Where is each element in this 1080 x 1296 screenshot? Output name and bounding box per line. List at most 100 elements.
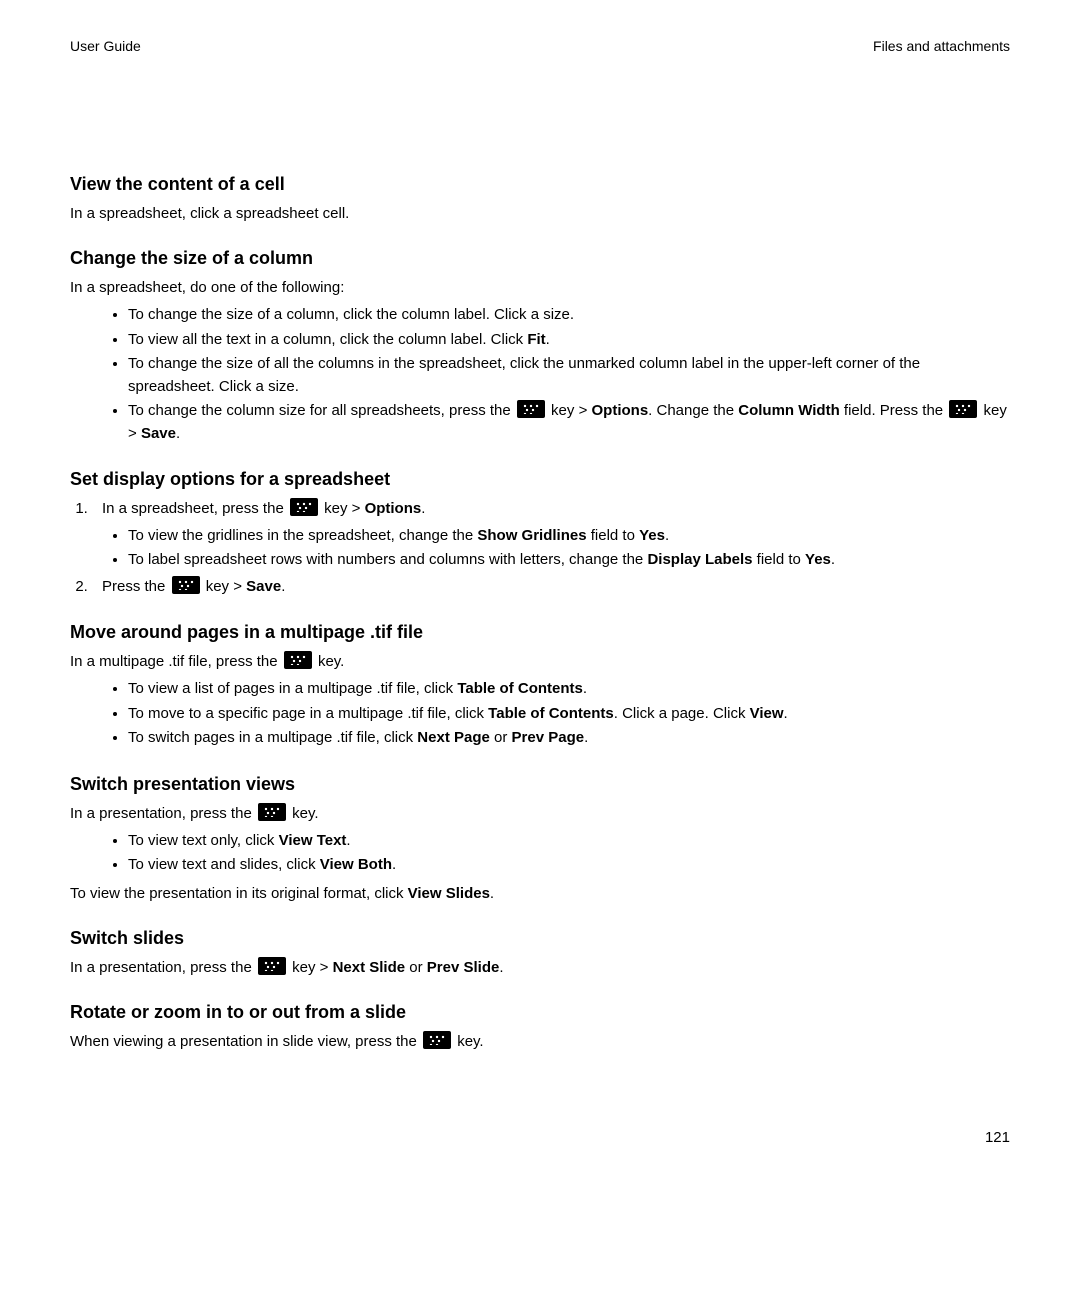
text: . <box>665 527 669 544</box>
text: To move to a specific page in a multipag… <box>128 705 488 722</box>
heading-presentation-views: Switch presentation views <box>70 774 1010 795</box>
text: field to <box>587 527 640 544</box>
text: . <box>546 331 550 348</box>
bullet-list: To view text only, click View Text. To v… <box>70 830 1010 877</box>
list-item: In a spreadsheet, press the key > Option… <box>92 498 1010 572</box>
menu-key-icon <box>258 803 286 821</box>
text: . <box>421 500 425 517</box>
menu-key-icon <box>423 1031 451 1049</box>
text: In a spreadsheet, do one of the followin… <box>70 277 1010 298</box>
list-item: To view text only, click View Text. <box>128 830 1010 853</box>
text: key > <box>547 402 592 419</box>
bold-text: Options <box>592 402 649 419</box>
text: To view the presentation in its original… <box>70 885 408 902</box>
menu-key-icon <box>284 651 312 669</box>
text: . <box>831 551 835 568</box>
bold-text: Column Width <box>738 402 840 419</box>
bullet-list: To view a list of pages in a multipage .… <box>70 678 1010 750</box>
menu-key-icon <box>517 400 545 418</box>
text: To view a list of pages in a multipage .… <box>128 680 457 697</box>
bullet-list: To view the gridlines in the spreadsheet… <box>102 525 1010 572</box>
bold-text: Prev Page <box>512 729 585 746</box>
text: In a spreadsheet, click a spreadsheet ce… <box>70 203 1010 224</box>
list-item: To change the size of a column, click th… <box>128 304 1010 327</box>
menu-key-icon <box>258 957 286 975</box>
text: In a presentation, press the <box>70 959 256 976</box>
list-item: To label spreadsheet rows with numbers a… <box>128 549 1010 572</box>
header-left: User Guide <box>70 38 141 54</box>
bold-text: Save <box>141 425 176 442</box>
list-item: To change the column size for all spread… <box>128 400 1010 445</box>
page: User Guide Files and attachments View th… <box>0 0 1080 1296</box>
bold-text: View Slides <box>408 885 490 902</box>
bold-text: Next Page <box>417 729 490 746</box>
bold-text: Table of Contents <box>488 705 614 722</box>
page-header: User Guide Files and attachments <box>70 38 1010 54</box>
text: key. <box>288 805 319 822</box>
bold-text: Prev Slide <box>427 959 500 976</box>
text: To label spreadsheet rows with numbers a… <box>128 551 647 568</box>
menu-key-icon <box>172 576 200 594</box>
bold-text: Save <box>246 578 281 595</box>
bold-text: Next Slide <box>333 959 406 976</box>
bold-text: Display Labels <box>647 551 752 568</box>
text: In a presentation, press the key. <box>70 803 1010 824</box>
text: . Click a page. Click <box>614 705 750 722</box>
text: or <box>405 959 427 976</box>
bold-text: Yes <box>639 527 665 544</box>
heading-tif: Move around pages in a multipage .tif fi… <box>70 622 1010 643</box>
list-item: To move to a specific page in a multipag… <box>128 703 1010 726</box>
bold-text: Fit <box>527 331 545 348</box>
text: . <box>176 425 180 442</box>
heading-switch-slides: Switch slides <box>70 928 1010 949</box>
bold-text: Yes <box>805 551 831 568</box>
header-right: Files and attachments <box>873 38 1010 54</box>
list-item: To view a list of pages in a multipage .… <box>128 678 1010 701</box>
text: key. <box>453 1033 484 1050</box>
text: In a multipage .tif file, press the key. <box>70 651 1010 672</box>
bold-text: View <box>750 705 784 722</box>
list-item: To view all the text in a column, click … <box>128 329 1010 352</box>
numbered-list: In a spreadsheet, press the key > Option… <box>70 498 1010 598</box>
text: . <box>490 885 494 902</box>
text: To view the gridlines in the spreadsheet… <box>128 527 477 544</box>
text: . <box>584 729 588 746</box>
page-number: 121 <box>985 1129 1010 1146</box>
text: field to <box>753 551 806 568</box>
text: To view text and slides, click <box>128 856 320 873</box>
heading-display-options: Set display options for a spreadsheet <box>70 469 1010 490</box>
text: key > <box>320 500 365 517</box>
menu-key-icon <box>949 400 977 418</box>
bold-text: Options <box>365 500 422 517</box>
text: To view text only, click <box>128 832 279 849</box>
text: In a presentation, press the key > Next … <box>70 957 1010 978</box>
text: . <box>392 856 396 873</box>
list-item: Press the key > Save. <box>92 576 1010 599</box>
text: key > <box>288 959 333 976</box>
text: To view the presentation in its original… <box>70 883 1010 904</box>
menu-key-icon <box>290 498 318 516</box>
text: To switch pages in a multipage .tif file… <box>128 729 417 746</box>
bold-text: Table of Contents <box>457 680 583 697</box>
bold-text: Show Gridlines <box>477 527 586 544</box>
text: In a presentation, press the <box>70 805 256 822</box>
text: or <box>490 729 512 746</box>
bold-text: View Both <box>320 856 392 873</box>
heading-change-column: Change the size of a column <box>70 248 1010 269</box>
text: In a spreadsheet, press the <box>102 500 288 517</box>
text: . <box>784 705 788 722</box>
text: In a multipage .tif file, press the <box>70 653 282 670</box>
text: field. Press the <box>840 402 948 419</box>
list-item: To view text and slides, click View Both… <box>128 854 1010 877</box>
heading-view-cell: View the content of a cell <box>70 174 1010 195</box>
text: . <box>499 959 503 976</box>
text: When viewing a presentation in slide vie… <box>70 1033 421 1050</box>
text: key. <box>314 653 345 670</box>
heading-rotate-zoom: Rotate or zoom in to or out from a slide <box>70 1002 1010 1023</box>
text: . <box>281 578 285 595</box>
text: When viewing a presentation in slide vie… <box>70 1031 1010 1052</box>
bullet-list: To change the size of a column, click th… <box>70 304 1010 445</box>
text: . <box>346 832 350 849</box>
text: To change the column size for all spread… <box>128 402 515 419</box>
list-item: To change the size of all the columns in… <box>128 353 1010 398</box>
